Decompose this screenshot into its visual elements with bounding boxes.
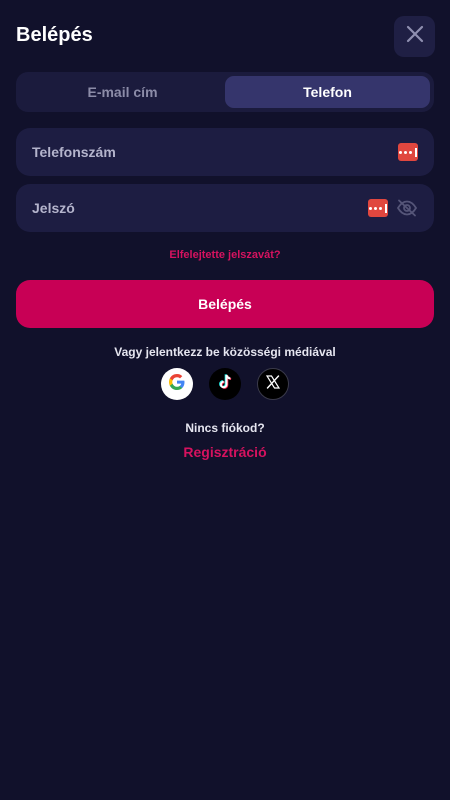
no-account-text: Nincs fiókod? (185, 421, 265, 435)
google-login-button[interactable] (161, 368, 193, 400)
tab-email[interactable]: E-mail cím (20, 76, 225, 108)
eye-off-icon[interactable] (396, 199, 418, 217)
phone-input[interactable] (32, 144, 398, 160)
register-link[interactable]: Regisztráció (0, 444, 450, 460)
page-title: Belépés (16, 24, 93, 46)
google-icon (167, 372, 187, 397)
tiktok-login-button[interactable] (209, 368, 241, 400)
social-login-prompt: Vagy jelentkezz be közösségi médiával (114, 345, 336, 359)
login-screen: Belépés E-mail cím Telefon Elfelejtette … (0, 0, 450, 800)
social-login-buttons (0, 368, 450, 400)
password-manager-icon[interactable] (398, 143, 418, 161)
x-login-button[interactable] (257, 368, 289, 400)
password-input[interactable] (32, 200, 368, 216)
close-icon (406, 25, 424, 48)
phone-field-container (16, 128, 434, 176)
password-manager-icon[interactable] (368, 199, 388, 217)
x-icon (265, 374, 281, 395)
tab-phone[interactable]: Telefon (225, 76, 430, 108)
forgot-password-link[interactable]: Elfelejtette jelszavát? (0, 249, 450, 261)
close-button[interactable] (394, 16, 435, 57)
login-method-tabs: E-mail cím Telefon (16, 72, 434, 112)
password-field-container (16, 184, 434, 232)
login-button[interactable]: Belépés (16, 280, 434, 328)
tiktok-icon (216, 373, 234, 396)
